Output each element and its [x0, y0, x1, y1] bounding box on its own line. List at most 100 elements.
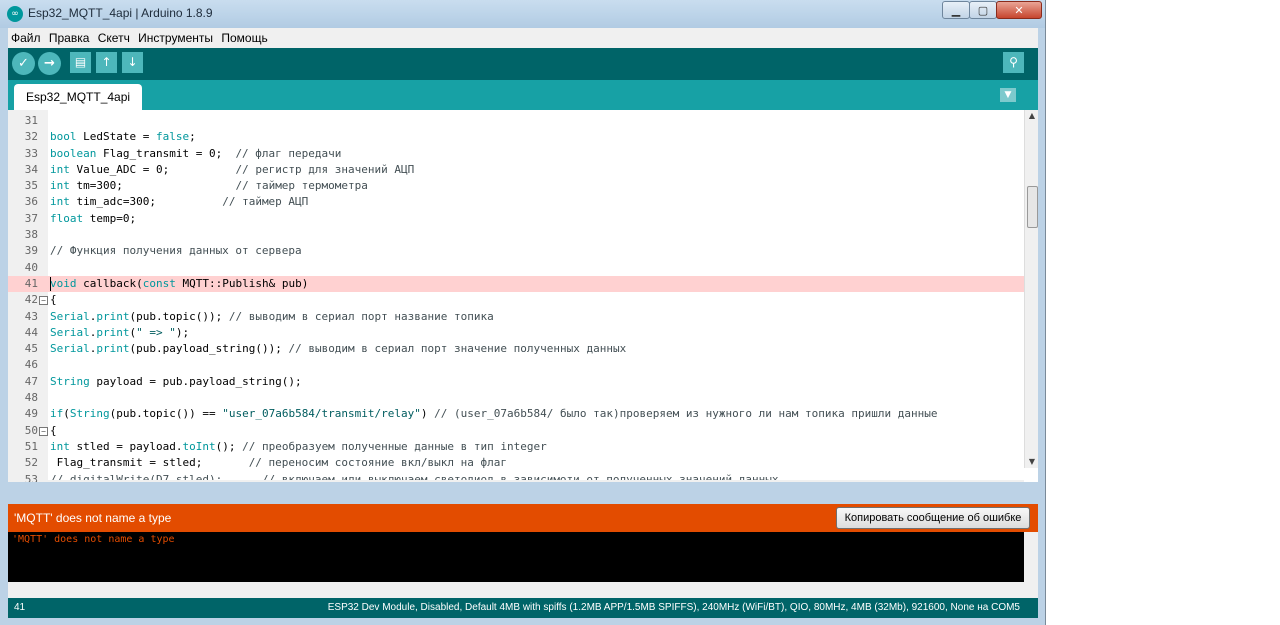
error-status-bar: 'MQTT' does not name a type Копировать с…	[8, 504, 1038, 532]
line-number: 52	[24, 456, 38, 470]
code-line[interactable]: 42−{	[8, 292, 1024, 308]
new-sketch-button[interactable]: ▤	[70, 52, 91, 73]
code-line[interactable]: 37 float temp=0;	[8, 211, 1024, 227]
line-number: 32	[24, 130, 38, 144]
line-number: 44	[24, 325, 38, 339]
scroll-thumb[interactable]	[1027, 186, 1038, 228]
menu-sketch[interactable]: Скетч	[95, 28, 132, 45]
save-sketch-button[interactable]: ↓	[122, 52, 143, 73]
code-line[interactable]: 49 if(String(pub.topic()) == "user_07a6b5…	[8, 406, 1024, 422]
line-number: 38	[24, 228, 38, 242]
code-line[interactable]: 51 int stled = payload.toInt(); // преобр…	[8, 439, 1024, 455]
line-number: 47	[24, 374, 38, 388]
code-text: float temp=0;	[50, 211, 137, 225]
code-text: {	[50, 293, 57, 307]
menu-help[interactable]: Помощь	[218, 28, 269, 45]
line-number: 46	[24, 358, 38, 372]
footer-bar: 41 ESP32 Dev Module, Disabled, Default 4…	[8, 598, 1038, 618]
line-number: 40	[24, 260, 38, 274]
code-editor[interactable]: 31 32 bool LedState = false; 33 boolean Flag…	[8, 110, 1038, 482]
line-number: 33	[24, 146, 38, 160]
line-number: 42	[24, 293, 38, 307]
code-line[interactable]: 40	[8, 260, 1024, 276]
code-line[interactable]: 50−{	[8, 423, 1024, 439]
code-text: Flag_transmit = stled; // переносим сост…	[50, 456, 507, 470]
maximize-button[interactable]: ▢	[969, 1, 997, 19]
line-number: 41	[24, 276, 38, 290]
editor-vertical-scrollbar[interactable]: ▲ ▼	[1024, 110, 1038, 468]
code-text: int Value_ADC = 0; // регистр для значен…	[50, 162, 415, 176]
window-title: Esp32_MQTT_4api | Arduino 1.8.9	[28, 6, 213, 20]
arrow-right-icon: →	[44, 56, 55, 71]
code-text: boolean Flag_transmit = 0; // флаг перед…	[50, 146, 342, 160]
menu-tools[interactable]: Инструменты	[135, 28, 215, 45]
arrow-up-icon: ↑	[101, 55, 112, 69]
line-number: 48	[24, 391, 38, 405]
arrow-down-icon: ↓	[127, 55, 138, 69]
open-sketch-button[interactable]: ↑	[96, 52, 117, 73]
line-number: 53	[24, 472, 38, 482]
code-line[interactable]: 52 Flag_transmit = stled; // переносим с…	[8, 455, 1024, 471]
code-line[interactable]: 45 Serial.print(pub.payload_string()); //…	[8, 341, 1024, 357]
tab-sketch[interactable]: Esp32_MQTT_4api	[14, 84, 143, 110]
tab-bar: Esp32_MQTT_4api ▼	[8, 80, 1038, 110]
verify-button[interactable]: ✓	[12, 52, 35, 75]
code-text: String payload = pub.payload_string();	[50, 374, 302, 388]
code-line[interactable]: 39 // Функция получения данных от сервера	[8, 243, 1024, 259]
scroll-up-icon[interactable]: ▲	[1025, 110, 1038, 122]
menu-edit[interactable]: Правка	[46, 28, 92, 45]
code-text: bool LedState = false;	[50, 130, 196, 144]
code-line[interactable]: 48	[8, 390, 1024, 406]
title-bar[interactable]: ∞ Esp32_MQTT_4api | Arduino 1.8.9 ▁ ▢ ✕	[0, 0, 1045, 28]
code-text: {	[50, 423, 57, 437]
code-line[interactable]: 34 int Value_ADC = 0; // регистр для знач…	[8, 162, 1024, 178]
code-line[interactable]: 41 void callback(const MQTT::Publish& pub…	[8, 275, 1024, 293]
fold-toggle-icon[interactable]: −	[39, 296, 48, 306]
upload-button[interactable]: →	[38, 52, 61, 75]
console-vertical-scrollbar[interactable]	[1024, 532, 1038, 582]
code-line[interactable]: 46	[8, 357, 1024, 373]
code-line[interactable]: 35 int tm=300; // таймер термометра	[8, 178, 1024, 194]
fold-toggle-icon[interactable]: −	[39, 426, 48, 436]
line-number: 50	[24, 423, 38, 437]
code-line[interactable]: 47 String payload = pub.payload_string();	[8, 374, 1024, 390]
line-number: 37	[24, 211, 38, 225]
code-line[interactable]: 38	[8, 227, 1024, 243]
editor-horizontal-scrollbar[interactable]	[48, 480, 1024, 482]
scroll-down-icon[interactable]: ▼	[1025, 456, 1038, 468]
code-text: Serial.print(pub.topic()); // выводим в …	[50, 309, 494, 323]
code-line[interactable]: 43 Serial.print(pub.topic()); // выводим …	[8, 309, 1024, 325]
line-number: 34	[24, 162, 38, 176]
menu-bar: Файл Правка Скетч Инструменты Помощь	[8, 28, 1038, 48]
line-number: 35	[24, 179, 38, 193]
arduino-icon: ∞	[7, 6, 23, 22]
code-line[interactable]: 36 int tim_adc=300; // таймер АЦП	[8, 194, 1024, 210]
code-line[interactable]: 44 Serial.print(" => ");	[8, 325, 1024, 341]
magnifier-icon: ⚲	[1009, 55, 1018, 69]
close-button[interactable]: ✕	[996, 1, 1042, 19]
line-number: 31	[24, 114, 38, 127]
line-number: 43	[24, 309, 38, 323]
text-caret	[50, 276, 51, 291]
minimize-button[interactable]: ▁	[942, 1, 970, 19]
console-text: 'MQTT' does not name a type	[12, 534, 175, 545]
arduino-window: ∞ Esp32_MQTT_4api | Arduino 1.8.9 ▁ ▢ ✕ …	[0, 0, 1046, 625]
code-line[interactable]: 32 bool LedState = false;	[8, 129, 1024, 145]
line-number: 36	[24, 195, 38, 209]
tab-menu-button[interactable]: ▼	[1000, 88, 1016, 102]
code-text: Serial.print(pub.payload_string()); // в…	[50, 342, 627, 356]
code-text: if(String(pub.topic()) == "user_07a6b584…	[50, 407, 938, 421]
line-number: 51	[24, 439, 38, 453]
code-text: // Функция получения данных от сервера	[50, 244, 302, 258]
console-output[interactable]: 'MQTT' does not name a type	[8, 532, 1038, 582]
console-horizontal-scrollbar[interactable]	[8, 582, 1038, 598]
status-message: 'MQTT' does not name a type	[14, 511, 172, 525]
code-line[interactable]: 31	[8, 113, 1024, 129]
line-number: 39	[24, 244, 38, 258]
serial-monitor-button[interactable]: ⚲	[1003, 52, 1024, 73]
document-icon: ▤	[74, 55, 87, 69]
board-info: ESP32 Dev Module, Disabled, Default 4MB …	[327, 602, 1020, 613]
copy-error-button[interactable]: Копировать сообщение об ошибке	[836, 507, 1030, 529]
code-line[interactable]: 33 boolean Flag_transmit = 0; // флаг пер…	[8, 146, 1024, 162]
menu-file[interactable]: Файл	[8, 28, 43, 45]
